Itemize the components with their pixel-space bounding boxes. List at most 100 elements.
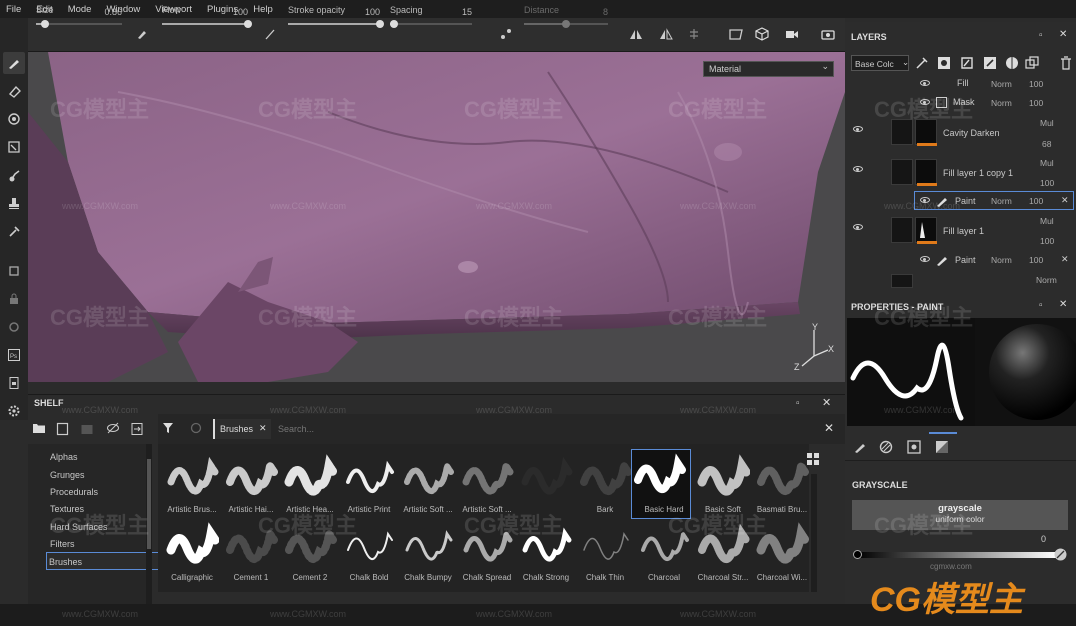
export-icon[interactable] [3, 372, 25, 394]
add-folder-icon[interactable] [1005, 56, 1019, 72]
brush-tab-icon[interactable] [853, 440, 867, 456]
color-picker-icon[interactable] [1054, 548, 1067, 563]
fill-effect-opacity[interactable]: 100 [1029, 79, 1043, 89]
grid-view-icon[interactable] [806, 452, 820, 468]
bottom-layer-blend[interactable]: Norm [1036, 275, 1057, 285]
lazy-mouse-icon[interactable] [496, 24, 516, 44]
flow-slider[interactable]: Flow 100 [162, 3, 252, 31]
filter-icon[interactable] [162, 422, 174, 436]
fill-layer-1-opacity[interactable]: 100 [1040, 236, 1054, 246]
remove-filter-icon[interactable]: ✕ [259, 423, 267, 434]
refresh-icon[interactable] [190, 422, 202, 436]
brush-grid-scrollbar[interactable] [811, 474, 817, 592]
brush-item[interactable]: Bark [575, 450, 635, 514]
add-effect-icon[interactable] [915, 56, 929, 72]
viewport-frame-icon[interactable] [726, 24, 746, 44]
brush-item[interactable]: Artistic Hea... [280, 450, 340, 514]
mask-opacity[interactable]: 100 [1029, 98, 1043, 108]
brush-item[interactable] [516, 450, 576, 514]
fill-layer-copy-blend[interactable]: Mul [1040, 158, 1054, 168]
brush-item[interactable]: Basic Hard [631, 449, 694, 519]
category-grunges[interactable]: Grunges [50, 470, 85, 480]
photoshop-export-icon[interactable]: Ps [3, 344, 25, 366]
layers-float-icon[interactable]: ▫ [1039, 30, 1043, 41]
paint-effect-2-delete-icon[interactable]: ✕ [1061, 254, 1069, 265]
category-alphas[interactable]: Alphas [50, 452, 78, 462]
paint-effect-2-eye-icon[interactable] [920, 256, 930, 262]
shelf-search-input[interactable] [278, 421, 678, 437]
menu-file[interactable]: File [0, 4, 30, 15]
paint-effect-delete-icon[interactable]: ✕ [1061, 195, 1069, 206]
material-tab-icon[interactable] [935, 440, 949, 456]
fill-layer-1-eye-icon[interactable] [853, 224, 863, 230]
fill-layer-copy-eye-icon[interactable] [853, 166, 863, 172]
archive-icon[interactable] [80, 422, 94, 438]
pen-pressure-icon[interactable] [260, 24, 280, 44]
fill-layer-copy-opacity[interactable]: 100 [1040, 178, 1054, 188]
eraser-tool-icon[interactable] [3, 80, 25, 102]
cube-view-icon[interactable] [752, 24, 772, 44]
properties-close-icon[interactable]: ✕ [1059, 299, 1067, 310]
clear-search-icon[interactable]: ✕ [824, 421, 834, 435]
color-picker-tool-icon[interactable] [3, 220, 25, 242]
shelf-float-icon[interactable]: ▫ [796, 398, 800, 409]
menu-help[interactable]: Help [247, 4, 282, 15]
brush-item[interactable]: Calligraphic [162, 518, 222, 582]
brush-item[interactable]: Artistic Print [339, 450, 399, 514]
snap-icon[interactable] [684, 24, 704, 44]
grayscale-slider-knob[interactable] [853, 550, 862, 559]
projection-tool-icon[interactable] [3, 108, 25, 130]
duplicate-layer-icon[interactable] [1025, 56, 1039, 72]
clone-stamp-tool-icon[interactable] [3, 192, 25, 214]
layers-close-icon[interactable]: ✕ [1059, 29, 1067, 40]
mirror-axis-icon[interactable] [656, 24, 676, 44]
brush-pressure-icon[interactable] [132, 24, 152, 44]
add-mask-icon[interactable] [937, 56, 951, 72]
material-select[interactable]: Material [703, 61, 834, 77]
fill-effect-blend[interactable]: Norm [991, 79, 1012, 89]
brush-item[interactable]: Artistic Soft ... [398, 450, 458, 514]
paint-brush-tool-icon[interactable] [3, 52, 25, 74]
settings-icon[interactable] [3, 316, 25, 338]
spacing-slider[interactable]: Spacing 15 [390, 3, 472, 31]
alpha-tab-icon[interactable] [879, 440, 893, 456]
delete-layer-icon[interactable] [1060, 56, 1072, 72]
add-paint-layer-icon[interactable] [983, 56, 997, 72]
hide-eye-icon[interactable] [106, 422, 120, 436]
category-procedurals[interactable]: Procedurals [50, 487, 98, 497]
video-camera-icon[interactable] [782, 24, 802, 44]
paint-effect-2-blend[interactable]: Norm [991, 255, 1012, 265]
add-fill-layer-icon[interactable] [960, 56, 974, 72]
screenshot-camera-icon[interactable] [818, 24, 838, 44]
stroke-opacity-slider[interactable]: Stroke opacity 100 [288, 3, 384, 31]
paint-effect-blend[interactable]: Norm [991, 196, 1012, 206]
lock-icon[interactable] [3, 288, 25, 310]
brush-item[interactable]: Basic Soft [693, 450, 753, 514]
mask-blend[interactable]: Norm [991, 98, 1012, 108]
grayscale-slider-track[interactable] [857, 552, 1057, 558]
folder-icon[interactable] [32, 422, 46, 436]
import-icon[interactable] [130, 422, 144, 438]
bake-tool-icon[interactable] [3, 260, 25, 282]
brush-item[interactable]: Artistic Hai... [221, 450, 281, 514]
new-resource-icon[interactable] [56, 422, 70, 438]
polygon-fill-tool-icon[interactable] [3, 136, 25, 158]
brush-item[interactable]: Artistic Soft ... [457, 450, 517, 514]
fill-layer-1-blend[interactable]: Mul [1040, 216, 1054, 226]
smudge-tool-icon[interactable] [3, 164, 25, 186]
cavity-darken-eye-icon[interactable] [853, 126, 863, 132]
paint-effect-opacity[interactable]: 100 [1029, 196, 1043, 206]
properties-float-icon[interactable]: ▫ [1039, 300, 1043, 311]
distance-slider[interactable]: Distance 8 [524, 3, 608, 31]
fill-effect-eye-icon[interactable] [920, 80, 930, 86]
brush-item[interactable]: Chalk Thin [575, 518, 635, 582]
stencil-tab-icon[interactable] [907, 440, 921, 456]
brush-item[interactable]: Chalk Bumpy [398, 518, 458, 582]
category-filters[interactable]: Filters [50, 539, 75, 549]
symmetry-icon[interactable] [626, 24, 646, 44]
brush-item[interactable]: Artistic Brus... [162, 450, 222, 514]
channel-select[interactable]: Base Colc ⌄ [851, 55, 909, 71]
cavity-darken-opacity[interactable]: 68 [1042, 139, 1051, 149]
paint-effect-2-opacity[interactable]: 100 [1029, 255, 1043, 265]
gear-icon[interactable] [3, 400, 25, 422]
